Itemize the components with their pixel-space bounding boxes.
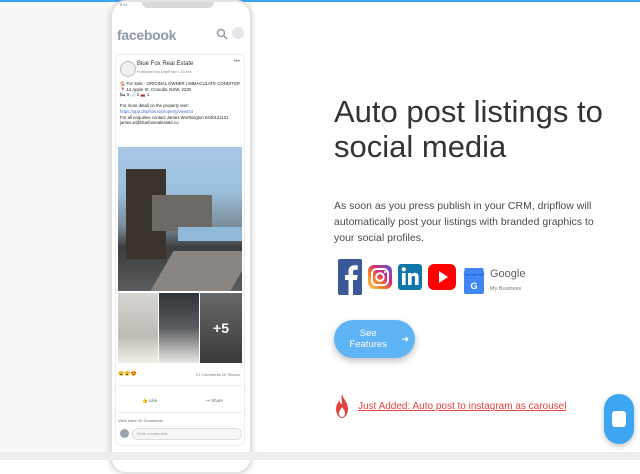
phone-mockup: 9:41 facebook Blue Fox Real Estate Publi… xyxy=(110,0,252,474)
messenger-icon xyxy=(232,27,244,39)
phone-notch xyxy=(142,2,214,8)
reactions-icons: 😀😮😍 xyxy=(118,371,137,377)
linkedin-icon xyxy=(398,264,422,290)
view-more-comments[interactable]: View more 10 Comments xyxy=(118,418,163,423)
post-text: 🏠 For Sale - ORIGINAL OWNER | IMMACULATE… xyxy=(120,81,240,126)
carousel-notice-link[interactable]: Just Added: Auto post to instagram as ca… xyxy=(358,401,566,412)
property-photo-thumb xyxy=(159,293,199,363)
like-button[interactable]: 👍 Like xyxy=(142,398,157,404)
property-photo-thumb xyxy=(118,293,158,363)
divider xyxy=(118,385,242,386)
comment-input[interactable]: Write a comment... xyxy=(132,428,242,440)
chat-widget-button[interactable] xyxy=(604,394,634,444)
see-features-button[interactable]: See Features ➜ xyxy=(334,320,415,358)
facebook-logo: facebook xyxy=(117,27,177,43)
arrow-right-icon: ➜ xyxy=(401,333,409,344)
facebook-post: Blue Fox Real Estate Published by DripFl… xyxy=(115,54,245,446)
google-label: Google xyxy=(490,268,526,280)
hero-headline: Auto post listings to social media xyxy=(334,94,603,164)
bottom-strip xyxy=(0,452,640,460)
post-line: james.w@bluefoxrealestate.co xyxy=(120,120,179,126)
share-button[interactable]: ↪ Share xyxy=(206,398,223,404)
youtube-icon xyxy=(428,264,456,290)
post-line: 🏠 For Sale - ORIGINAL OWNER | IMMACULATE… xyxy=(120,81,240,86)
comment-placeholder: Write a comment... xyxy=(137,431,171,436)
share-label: Share xyxy=(211,398,224,403)
like-label: Like xyxy=(148,398,158,403)
hero-description: As soon as you press publish in your CRM… xyxy=(334,200,594,244)
property-photo-thumb: +5 xyxy=(200,293,242,363)
photo-detail xyxy=(178,227,242,241)
property-photo-main xyxy=(118,147,242,291)
comments-shares-count: 21 Comments 10 Shares xyxy=(195,372,240,377)
social-icons-row: G Google My Business xyxy=(338,258,538,298)
search-icon xyxy=(216,28,228,40)
page-avatar xyxy=(120,61,136,77)
fire-icon xyxy=(336,394,348,418)
facebook-header: facebook xyxy=(112,16,250,52)
more-options-icon: ••• xyxy=(233,59,240,65)
status-time: 9:41 xyxy=(120,2,128,7)
avatar xyxy=(120,429,129,438)
see-features-label: See Features xyxy=(349,328,387,350)
chat-icon xyxy=(612,411,626,427)
more-photos-count: +5 xyxy=(200,293,242,363)
svg-text:G: G xyxy=(470,281,477,291)
my-business-label: My Business xyxy=(490,286,522,292)
published-by: Published by DripFlow • 10 hrs xyxy=(137,69,192,74)
google-my-business-icon: G xyxy=(463,268,485,294)
left-background xyxy=(0,2,110,460)
photo-detail xyxy=(152,195,212,231)
divider xyxy=(118,412,242,413)
instagram-icon xyxy=(368,265,392,289)
facebook-icon xyxy=(338,259,362,295)
page-name: Blue Fox Real Estate xyxy=(137,61,194,67)
